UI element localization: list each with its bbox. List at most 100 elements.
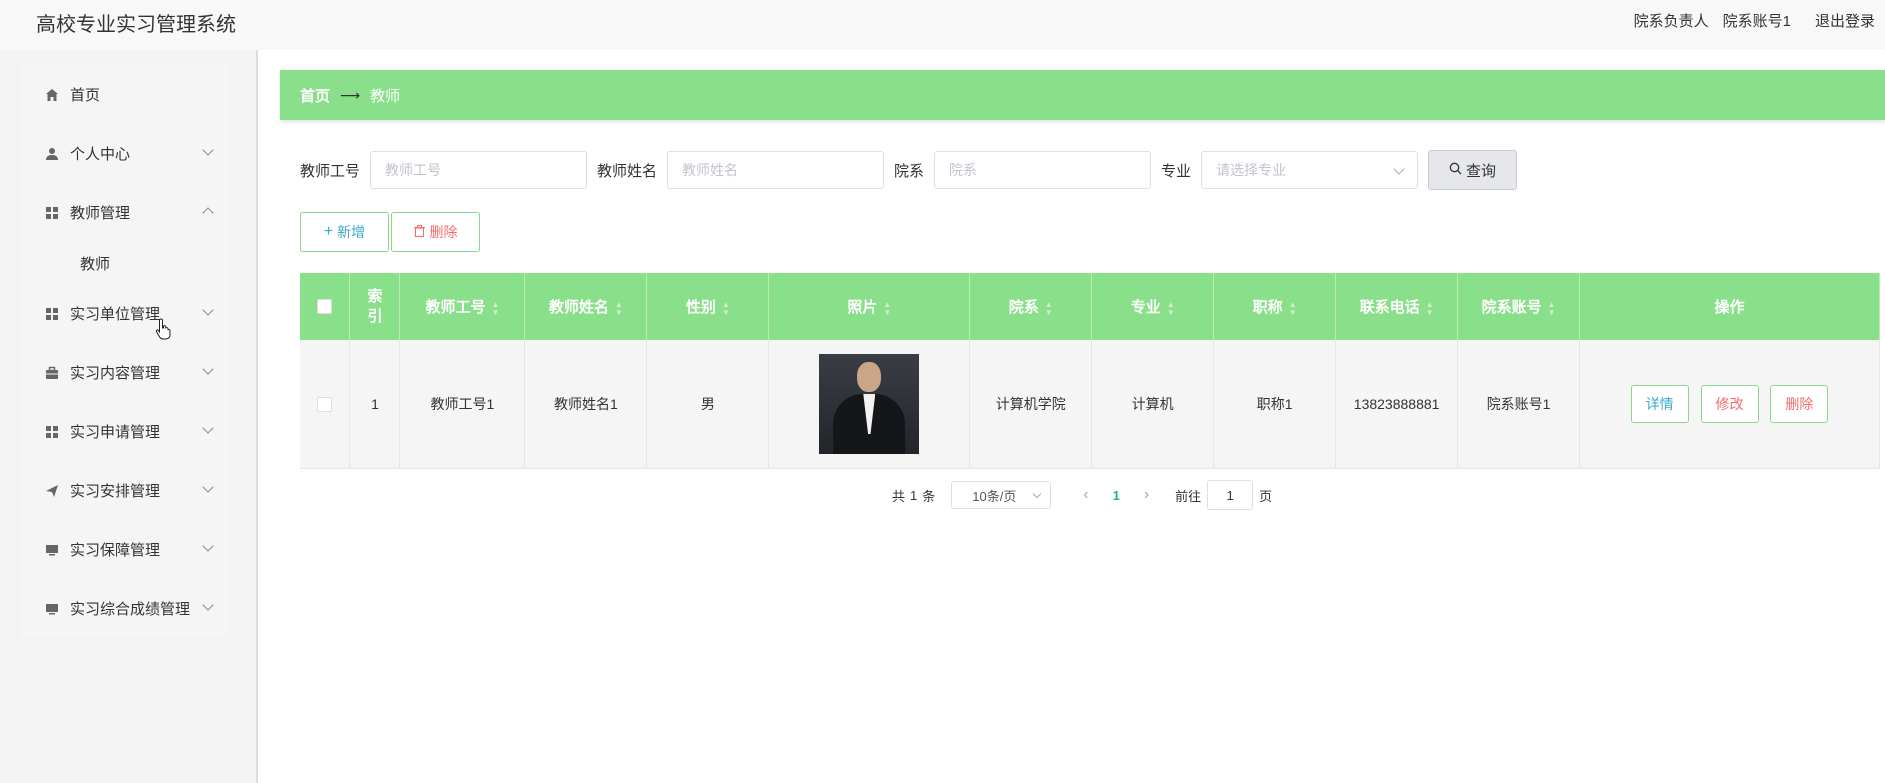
column-header-actions: 操作 [1579,273,1880,340]
search-form: 教师工号 教师工号 教师姓名 教师姓名 院系 院系 专业 请选择专业 查询 [300,150,1518,190]
table-header-row: 索引 教师工号 ▲ ▼ 教师姓名 ▲ ▼ 性别 ▲ ▼ 照片 ▲ ▼ 院系 ▲ ▼ 专业 ▲ ▼ 职称 ▲… [300,273,1880,340]
sidebar: 首页 个人中心 教师管理 教师 实习单位管理 实习内容管理 实习申请管理 实习安… [0,50,258,783]
column-header-account[interactable]: 院系账号 ▲ ▼ [1457,273,1581,340]
sidebar-item-label: 实习内容管理 [70,365,161,382]
goto-suffix: 页 [1259,488,1273,504]
detail-button[interactable]: 详情 [1630,385,1689,423]
add-button[interactable]: + 新增 [300,212,389,252]
user-role: 院系负责人 [1633,13,1709,30]
sidebar-item-label: 实习保障管理 [70,542,161,559]
column-header-dept[interactable]: 院系 ▲ ▼ [969,273,1093,340]
prev-page-icon[interactable]: ‹ [1083,486,1088,504]
column-header-teacher-no[interactable]: 教师工号 ▲ ▼ [399,273,526,340]
sort-icon[interactable]: ▲ ▼ [883,300,891,317]
chevron-down-icon [1033,489,1042,499]
column-header-label: 教师姓名 [548,300,609,316]
sidebar-item-home[interactable]: 首页 [20,65,230,124]
teacher-photo[interactable] [819,354,920,454]
column-header-phone[interactable]: 联系电话 ▲ ▼ [1335,273,1459,340]
logout-link[interactable]: 退出登录 [1815,10,1875,31]
monitor-icon [44,542,60,558]
column-header-label: 教师工号 [425,300,486,316]
batch-delete-button[interactable]: 删除 [391,212,480,252]
column-header-label: 专业 [1130,300,1161,316]
breadcrumb-home[interactable]: 首页 [300,85,330,106]
sidebar-item-label: 教师管理 [70,205,131,222]
app-title: 高校专业实习管理系统 [36,14,236,36]
page-size-select[interactable]: 10条/页 [951,481,1052,509]
add-button-label: 新增 [337,224,366,240]
cell-photo [768,340,971,469]
cell-dept: 计算机学院 [969,340,1093,469]
sidebar-item-internship-application[interactable]: 实习申请管理 [20,402,230,461]
teacher-name-placeholder: 教师姓名 [682,162,739,178]
sidebar-item-label: 教师 [80,255,111,273]
teacher-name-input[interactable]: 教师姓名 [667,151,885,189]
chevron-down-icon [202,144,214,156]
monitor-icon [44,601,60,617]
sort-icon[interactable]: ▲ ▼ [1045,300,1053,317]
hand-cursor-icon [155,318,171,340]
total-count: 1 [910,487,918,503]
main-content: 首页 ⟶ 教师 教师工号 教师工号 教师姓名 教师姓名 院系 院系 专业 请选择… [258,50,1885,783]
sidebar-item-label: 首页 [70,87,101,104]
goto-prefix: 前往 [1175,488,1202,504]
sort-icon[interactable]: ▲ ▼ [722,300,730,317]
column-header-label: 职称 [1252,300,1283,316]
column-header-major[interactable]: 专业 ▲ ▼ [1091,273,1215,340]
sidebar-item-label: 实习安排管理 [70,483,161,500]
chevron-down-icon [202,481,214,493]
dept-input[interactable]: 院系 [934,151,1152,189]
sidebar-item-internship-content[interactable]: 实习内容管理 [20,343,230,402]
batch-delete-button-label: 删除 [429,224,458,240]
column-header-gender[interactable]: 性别 ▲ ▼ [646,273,770,340]
select-all-checkbox[interactable] [317,299,333,315]
cell-actions: 详情 修改 删除 [1579,340,1880,469]
page-size-value: 10条/页 [972,488,1017,504]
sidebar-item-label: 实习单位管理 [70,306,161,323]
sort-icon[interactable]: ▲ ▼ [1426,300,1434,317]
column-header-title[interactable]: 职称 ▲ ▼ [1213,273,1337,340]
sidebar-item-internship-guarantee[interactable]: 实习保障管理 [20,520,230,579]
sidebar-item-teacher-management[interactable]: 教师管理 [20,183,230,242]
user-account: 院系账号1 [1722,13,1791,30]
sort-icon[interactable]: ▲ ▼ [1548,300,1556,317]
sort-icon[interactable]: ▲ ▼ [1167,300,1175,317]
major-placeholder: 请选择专业 [1216,162,1287,178]
goto-page-input[interactable]: 1 [1207,480,1254,510]
cell-index: 1 [349,340,401,469]
sort-icon[interactable]: ▲ ▼ [491,300,499,317]
sidebar-item-internship-score[interactable]: 实习综合成绩管理 [20,579,230,638]
edit-button[interactable]: 修改 [1700,385,1759,423]
column-header-label: 性别 [685,300,716,316]
cell-phone: 13823888881 [1335,340,1459,469]
sort-icon[interactable]: ▲ ▼ [1289,300,1297,317]
home-icon [44,87,60,103]
grid-icon [44,424,60,440]
plus-icon: + [323,223,334,240]
sidebar-item-internship-arrangement[interactable]: 实习安排管理 [20,461,230,520]
total-suffix: 条 [922,488,936,504]
teacher-no-input[interactable]: 教师工号 [370,151,588,189]
cell-gender: 男 [646,340,770,469]
column-header-teacher-name[interactable]: 教师姓名 ▲ ▼ [524,273,648,340]
select-all-checkbox-cell[interactable] [300,273,351,340]
row-checkbox-cell[interactable] [300,340,351,469]
sort-icon[interactable]: ▲ ▼ [615,300,623,317]
breadcrumb-current: 教师 [370,87,401,105]
teacher-no-placeholder: 教师工号 [385,162,442,178]
delete-button[interactable]: 删除 [1770,385,1829,423]
sidebar-subitem-teacher[interactable]: 教师 [20,242,230,284]
cell-teacher-no: 教师工号1 [399,340,526,469]
chevron-down-icon [202,599,214,611]
sidebar-item-internship-unit[interactable]: 实习单位管理 [20,284,230,343]
row-checkbox[interactable] [317,397,333,413]
page-number-current[interactable]: 1 [1113,488,1120,503]
sidebar-item-profile[interactable]: 个人中心 [20,124,230,183]
next-page-icon[interactable]: › [1144,486,1149,504]
query-button[interactable]: 查询 [1428,150,1518,190]
column-header-photo[interactable]: 照片 ▲ ▼ [768,273,971,340]
dept-label: 院系 [894,162,925,180]
teacher-table: 索引 教师工号 ▲ ▼ 教师姓名 ▲ ▼ 性别 ▲ ▼ 照片 ▲ ▼ 院系 ▲ ▼ 专业 ▲ ▼ 职称 ▲… [300,273,1880,469]
major-select[interactable]: 请选择专业 [1201,151,1419,189]
